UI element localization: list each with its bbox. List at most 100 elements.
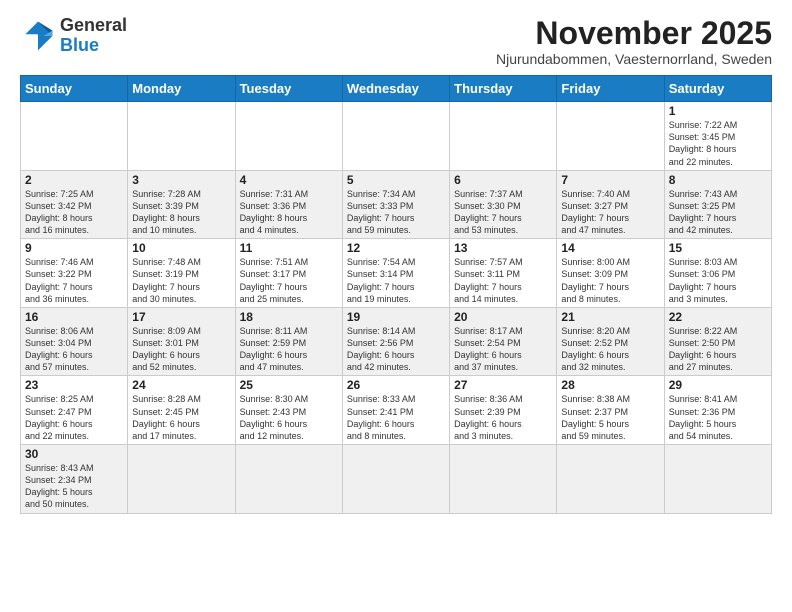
- day-info: Sunrise: 7:25 AM Sunset: 3:42 PM Dayligh…: [25, 188, 123, 237]
- day-cell: [342, 102, 449, 171]
- day-info: Sunrise: 7:51 AM Sunset: 3:17 PM Dayligh…: [240, 256, 338, 305]
- day-info: Sunrise: 8:06 AM Sunset: 3:04 PM Dayligh…: [25, 325, 123, 374]
- day-cell: [450, 102, 557, 171]
- header: General Blue November 2025 Njurundabomme…: [20, 16, 772, 67]
- day-info: Sunrise: 8:11 AM Sunset: 2:59 PM Dayligh…: [240, 325, 338, 374]
- day-cell: 28Sunrise: 8:38 AM Sunset: 2:37 PM Dayli…: [557, 376, 664, 445]
- day-cell: 29Sunrise: 8:41 AM Sunset: 2:36 PM Dayli…: [664, 376, 771, 445]
- day-number: 12: [347, 241, 445, 255]
- day-info: Sunrise: 8:22 AM Sunset: 2:50 PM Dayligh…: [669, 325, 767, 374]
- day-info: Sunrise: 8:43 AM Sunset: 2:34 PM Dayligh…: [25, 462, 123, 511]
- day-cell: 22Sunrise: 8:22 AM Sunset: 2:50 PM Dayli…: [664, 307, 771, 376]
- day-info: Sunrise: 8:00 AM Sunset: 3:09 PM Dayligh…: [561, 256, 659, 305]
- day-cell: [664, 445, 771, 514]
- week-row-4: 16Sunrise: 8:06 AM Sunset: 3:04 PM Dayli…: [21, 307, 772, 376]
- day-number: 14: [561, 241, 659, 255]
- day-info: Sunrise: 7:57 AM Sunset: 3:11 PM Dayligh…: [454, 256, 552, 305]
- day-number: 22: [669, 310, 767, 324]
- day-info: Sunrise: 8:33 AM Sunset: 2:41 PM Dayligh…: [347, 393, 445, 442]
- day-cell: 1Sunrise: 7:22 AM Sunset: 3:45 PM Daylig…: [664, 102, 771, 171]
- day-info: Sunrise: 7:22 AM Sunset: 3:45 PM Dayligh…: [669, 119, 767, 168]
- day-cell: 3Sunrise: 7:28 AM Sunset: 3:39 PM Daylig…: [128, 170, 235, 239]
- day-number: 5: [347, 173, 445, 187]
- day-number: 4: [240, 173, 338, 187]
- logo: General Blue: [20, 16, 127, 56]
- day-info: Sunrise: 7:40 AM Sunset: 3:27 PM Dayligh…: [561, 188, 659, 237]
- day-info: Sunrise: 7:37 AM Sunset: 3:30 PM Dayligh…: [454, 188, 552, 237]
- day-cell: [342, 445, 449, 514]
- day-number: 10: [132, 241, 230, 255]
- day-number: 2: [25, 173, 123, 187]
- day-info: Sunrise: 7:46 AM Sunset: 3:22 PM Dayligh…: [25, 256, 123, 305]
- day-cell: 9Sunrise: 7:46 AM Sunset: 3:22 PM Daylig…: [21, 239, 128, 308]
- day-info: Sunrise: 7:43 AM Sunset: 3:25 PM Dayligh…: [669, 188, 767, 237]
- day-info: Sunrise: 8:03 AM Sunset: 3:06 PM Dayligh…: [669, 256, 767, 305]
- day-number: 11: [240, 241, 338, 255]
- day-number: 1: [669, 104, 767, 118]
- day-cell: 21Sunrise: 8:20 AM Sunset: 2:52 PM Dayli…: [557, 307, 664, 376]
- logo-text: General Blue: [60, 16, 127, 56]
- day-info: Sunrise: 8:20 AM Sunset: 2:52 PM Dayligh…: [561, 325, 659, 374]
- day-cell: 26Sunrise: 8:33 AM Sunset: 2:41 PM Dayli…: [342, 376, 449, 445]
- day-number: 26: [347, 378, 445, 392]
- day-cell: 15Sunrise: 8:03 AM Sunset: 3:06 PM Dayli…: [664, 239, 771, 308]
- header-thursday: Thursday: [450, 76, 557, 102]
- day-info: Sunrise: 8:28 AM Sunset: 2:45 PM Dayligh…: [132, 393, 230, 442]
- day-number: 29: [669, 378, 767, 392]
- day-info: Sunrise: 7:48 AM Sunset: 3:19 PM Dayligh…: [132, 256, 230, 305]
- day-info: Sunrise: 7:34 AM Sunset: 3:33 PM Dayligh…: [347, 188, 445, 237]
- day-info: Sunrise: 7:31 AM Sunset: 3:36 PM Dayligh…: [240, 188, 338, 237]
- day-info: Sunrise: 7:28 AM Sunset: 3:39 PM Dayligh…: [132, 188, 230, 237]
- day-info: Sunrise: 8:14 AM Sunset: 2:56 PM Dayligh…: [347, 325, 445, 374]
- day-cell: [557, 102, 664, 171]
- day-cell: 6Sunrise: 7:37 AM Sunset: 3:30 PM Daylig…: [450, 170, 557, 239]
- day-cell: 14Sunrise: 8:00 AM Sunset: 3:09 PM Dayli…: [557, 239, 664, 308]
- day-number: 30: [25, 447, 123, 461]
- title-section: November 2025 Njurundabommen, Vaesternor…: [496, 16, 772, 67]
- day-cell: [21, 102, 128, 171]
- day-cell: 4Sunrise: 7:31 AM Sunset: 3:36 PM Daylig…: [235, 170, 342, 239]
- day-cell: 8Sunrise: 7:43 AM Sunset: 3:25 PM Daylig…: [664, 170, 771, 239]
- week-row-5: 23Sunrise: 8:25 AM Sunset: 2:47 PM Dayli…: [21, 376, 772, 445]
- logo-icon: [20, 18, 56, 54]
- day-cell: 20Sunrise: 8:17 AM Sunset: 2:54 PM Dayli…: [450, 307, 557, 376]
- day-info: Sunrise: 8:30 AM Sunset: 2:43 PM Dayligh…: [240, 393, 338, 442]
- week-row-3: 9Sunrise: 7:46 AM Sunset: 3:22 PM Daylig…: [21, 239, 772, 308]
- month-title: November 2025: [496, 16, 772, 51]
- day-cell: 18Sunrise: 8:11 AM Sunset: 2:59 PM Dayli…: [235, 307, 342, 376]
- day-cell: 19Sunrise: 8:14 AM Sunset: 2:56 PM Dayli…: [342, 307, 449, 376]
- day-cell: 2Sunrise: 7:25 AM Sunset: 3:42 PM Daylig…: [21, 170, 128, 239]
- day-number: 3: [132, 173, 230, 187]
- day-cell: [557, 445, 664, 514]
- day-cell: 24Sunrise: 8:28 AM Sunset: 2:45 PM Dayli…: [128, 376, 235, 445]
- header-sunday: Sunday: [21, 76, 128, 102]
- day-cell: 11Sunrise: 7:51 AM Sunset: 3:17 PM Dayli…: [235, 239, 342, 308]
- day-number: 19: [347, 310, 445, 324]
- day-cell: [450, 445, 557, 514]
- day-number: 8: [669, 173, 767, 187]
- day-number: 25: [240, 378, 338, 392]
- day-cell: 12Sunrise: 7:54 AM Sunset: 3:14 PM Dayli…: [342, 239, 449, 308]
- day-info: Sunrise: 8:36 AM Sunset: 2:39 PM Dayligh…: [454, 393, 552, 442]
- day-cell: 17Sunrise: 8:09 AM Sunset: 3:01 PM Dayli…: [128, 307, 235, 376]
- day-cell: 30Sunrise: 8:43 AM Sunset: 2:34 PM Dayli…: [21, 445, 128, 514]
- day-number: 15: [669, 241, 767, 255]
- day-info: Sunrise: 8:38 AM Sunset: 2:37 PM Dayligh…: [561, 393, 659, 442]
- day-number: 28: [561, 378, 659, 392]
- header-monday: Monday: [128, 76, 235, 102]
- week-row-1: 1Sunrise: 7:22 AM Sunset: 3:45 PM Daylig…: [21, 102, 772, 171]
- day-number: 23: [25, 378, 123, 392]
- day-cell: [235, 102, 342, 171]
- day-cell: 13Sunrise: 7:57 AM Sunset: 3:11 PM Dayli…: [450, 239, 557, 308]
- day-number: 16: [25, 310, 123, 324]
- day-cell: [128, 445, 235, 514]
- header-saturday: Saturday: [664, 76, 771, 102]
- subtitle: Njurundabommen, Vaesternorrland, Sweden: [496, 51, 772, 67]
- day-number: 24: [132, 378, 230, 392]
- day-number: 7: [561, 173, 659, 187]
- day-number: 9: [25, 241, 123, 255]
- day-cell: [235, 445, 342, 514]
- day-cell: 16Sunrise: 8:06 AM Sunset: 3:04 PM Dayli…: [21, 307, 128, 376]
- header-wednesday: Wednesday: [342, 76, 449, 102]
- day-number: 21: [561, 310, 659, 324]
